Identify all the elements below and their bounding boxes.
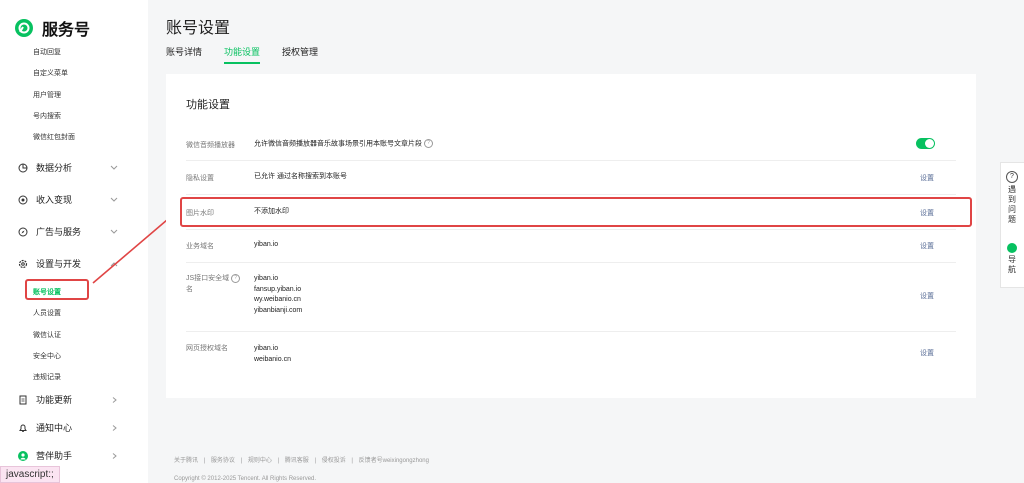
help-icon[interactable]: ?	[231, 273, 241, 283]
row-value-list: yiban.io fansup.yiban.io wy.weibanio.cn …	[254, 274, 302, 316]
oauth-domain-settings-link[interactable]: 设置	[920, 348, 934, 358]
row-audio-player: 微信音频播放器 允许微信音频播放器音乐故事场景引用本账号文章片段?	[186, 126, 956, 161]
navigation-button[interactable]: 导 航	[1001, 243, 1023, 275]
page-title: 账号设置	[166, 20, 231, 37]
footer-link-feedback[interactable]: 反馈者号weixingongzhong	[359, 458, 429, 464]
floating-help-panel: ? 遇 到 问 题 导 航	[1000, 162, 1024, 288]
row-oauth-domain: 网页授权域名 yiban.io weibanio.cn 设置	[186, 331, 956, 376]
footer-link-customer-service[interactable]: 腾讯客服	[285, 458, 309, 464]
js-domain-settings-link[interactable]: 设置	[920, 291, 934, 301]
help-char: 遇	[1008, 185, 1016, 194]
tab-bar: 账号详情 功能设置 授权管理	[166, 45, 318, 64]
domain-item: yibanbianji.com	[254, 306, 303, 314]
tab-account-details[interactable]: 账号详情	[166, 45, 202, 64]
privacy-settings-link[interactable]: 设置	[920, 173, 934, 183]
audio-player-description: 允许微信音频播放器音乐故事场景引用本账号文章片段	[254, 140, 422, 148]
audio-player-toggle[interactable]	[916, 138, 935, 149]
row-label: 业务域名	[186, 243, 214, 250]
status-bar-url: javascript:;	[0, 466, 60, 483]
footer-link-about[interactable]: 关于腾讯	[174, 458, 198, 464]
footer-link-service-agreement[interactable]: 服务协议	[211, 458, 235, 464]
business-domain-settings-link[interactable]: 设置	[920, 241, 934, 251]
domain-item: yiban.io	[254, 345, 279, 352]
domain-item: wy.weibanio.cn	[254, 296, 301, 303]
footer-link-rules-center[interactable]: 规则中心	[248, 458, 272, 464]
row-label: 网页授权域名	[186, 345, 228, 352]
row-value: yiban.io	[254, 241, 279, 248]
row-value-list: yiban.io weibanio.cn	[254, 344, 291, 365]
help-char: 到	[1008, 195, 1016, 204]
row-privacy: 隐私设置 已允许 通过名称搜索到本账号 设置	[186, 160, 956, 195]
domain-item: fansup.yiban.io	[254, 285, 302, 293]
help-button[interactable]: ? 遇 到 问 题	[1001, 171, 1023, 225]
footer-link-infringement[interactable]: 侵权投诉	[322, 458, 346, 464]
help-icon[interactable]: ?	[424, 139, 433, 148]
row-value: 已允许 通过名称搜索到本账号	[254, 173, 347, 180]
row-label: 微信音频播放器	[186, 142, 235, 149]
domain-item: yiban.io	[254, 275, 279, 282]
js-domain-label-line1: JS接口安全域	[186, 275, 230, 282]
nav-char: 导	[1008, 255, 1016, 264]
feature-settings-card: 功能设置 微信音频播放器 允许微信音频播放器音乐故事场景引用本账号文章片段? 隐…	[166, 74, 976, 398]
help-char: 问	[1008, 205, 1016, 214]
footer-separator: |	[351, 458, 353, 464]
copyright: Copyright © 2012-2025 Tencent. All Right…	[174, 476, 317, 482]
tab-authorization-management[interactable]: 授权管理	[282, 45, 318, 64]
question-icon: ?	[1006, 171, 1018, 183]
card-title: 功能设置	[186, 99, 230, 111]
footer-separator: |	[203, 458, 206, 464]
navigation-icon	[1007, 243, 1017, 253]
help-char: 题	[1008, 215, 1016, 224]
row-business-domain: 业务域名 yiban.io 设置	[186, 229, 956, 263]
js-domain-label-line2: 名	[186, 286, 193, 293]
nav-char: 航	[1008, 265, 1016, 274]
row-label: JS接口安全域? 名	[186, 273, 241, 295]
footer-links: 关于腾讯 | 服务协议 | 规则中心 | 腾讯客服 | 侵权投诉 | 反馈者号w…	[174, 455, 433, 464]
row-label: 隐私设置	[186, 175, 214, 182]
row-js-safe-domain: JS接口安全域? 名 yiban.io fansup.yiban.io wy.w…	[186, 262, 956, 332]
footer-separator: |	[277, 458, 280, 464]
tab-feature-settings[interactable]: 功能设置	[224, 45, 261, 64]
footer-separator: |	[314, 458, 317, 464]
domain-item: weibanio.cn	[254, 355, 291, 363]
row-value: 允许微信音频播放器音乐故事场景引用本账号文章片段?	[254, 139, 433, 150]
footer-separator: |	[240, 458, 243, 464]
highlight-box-image-watermark	[180, 197, 972, 227]
